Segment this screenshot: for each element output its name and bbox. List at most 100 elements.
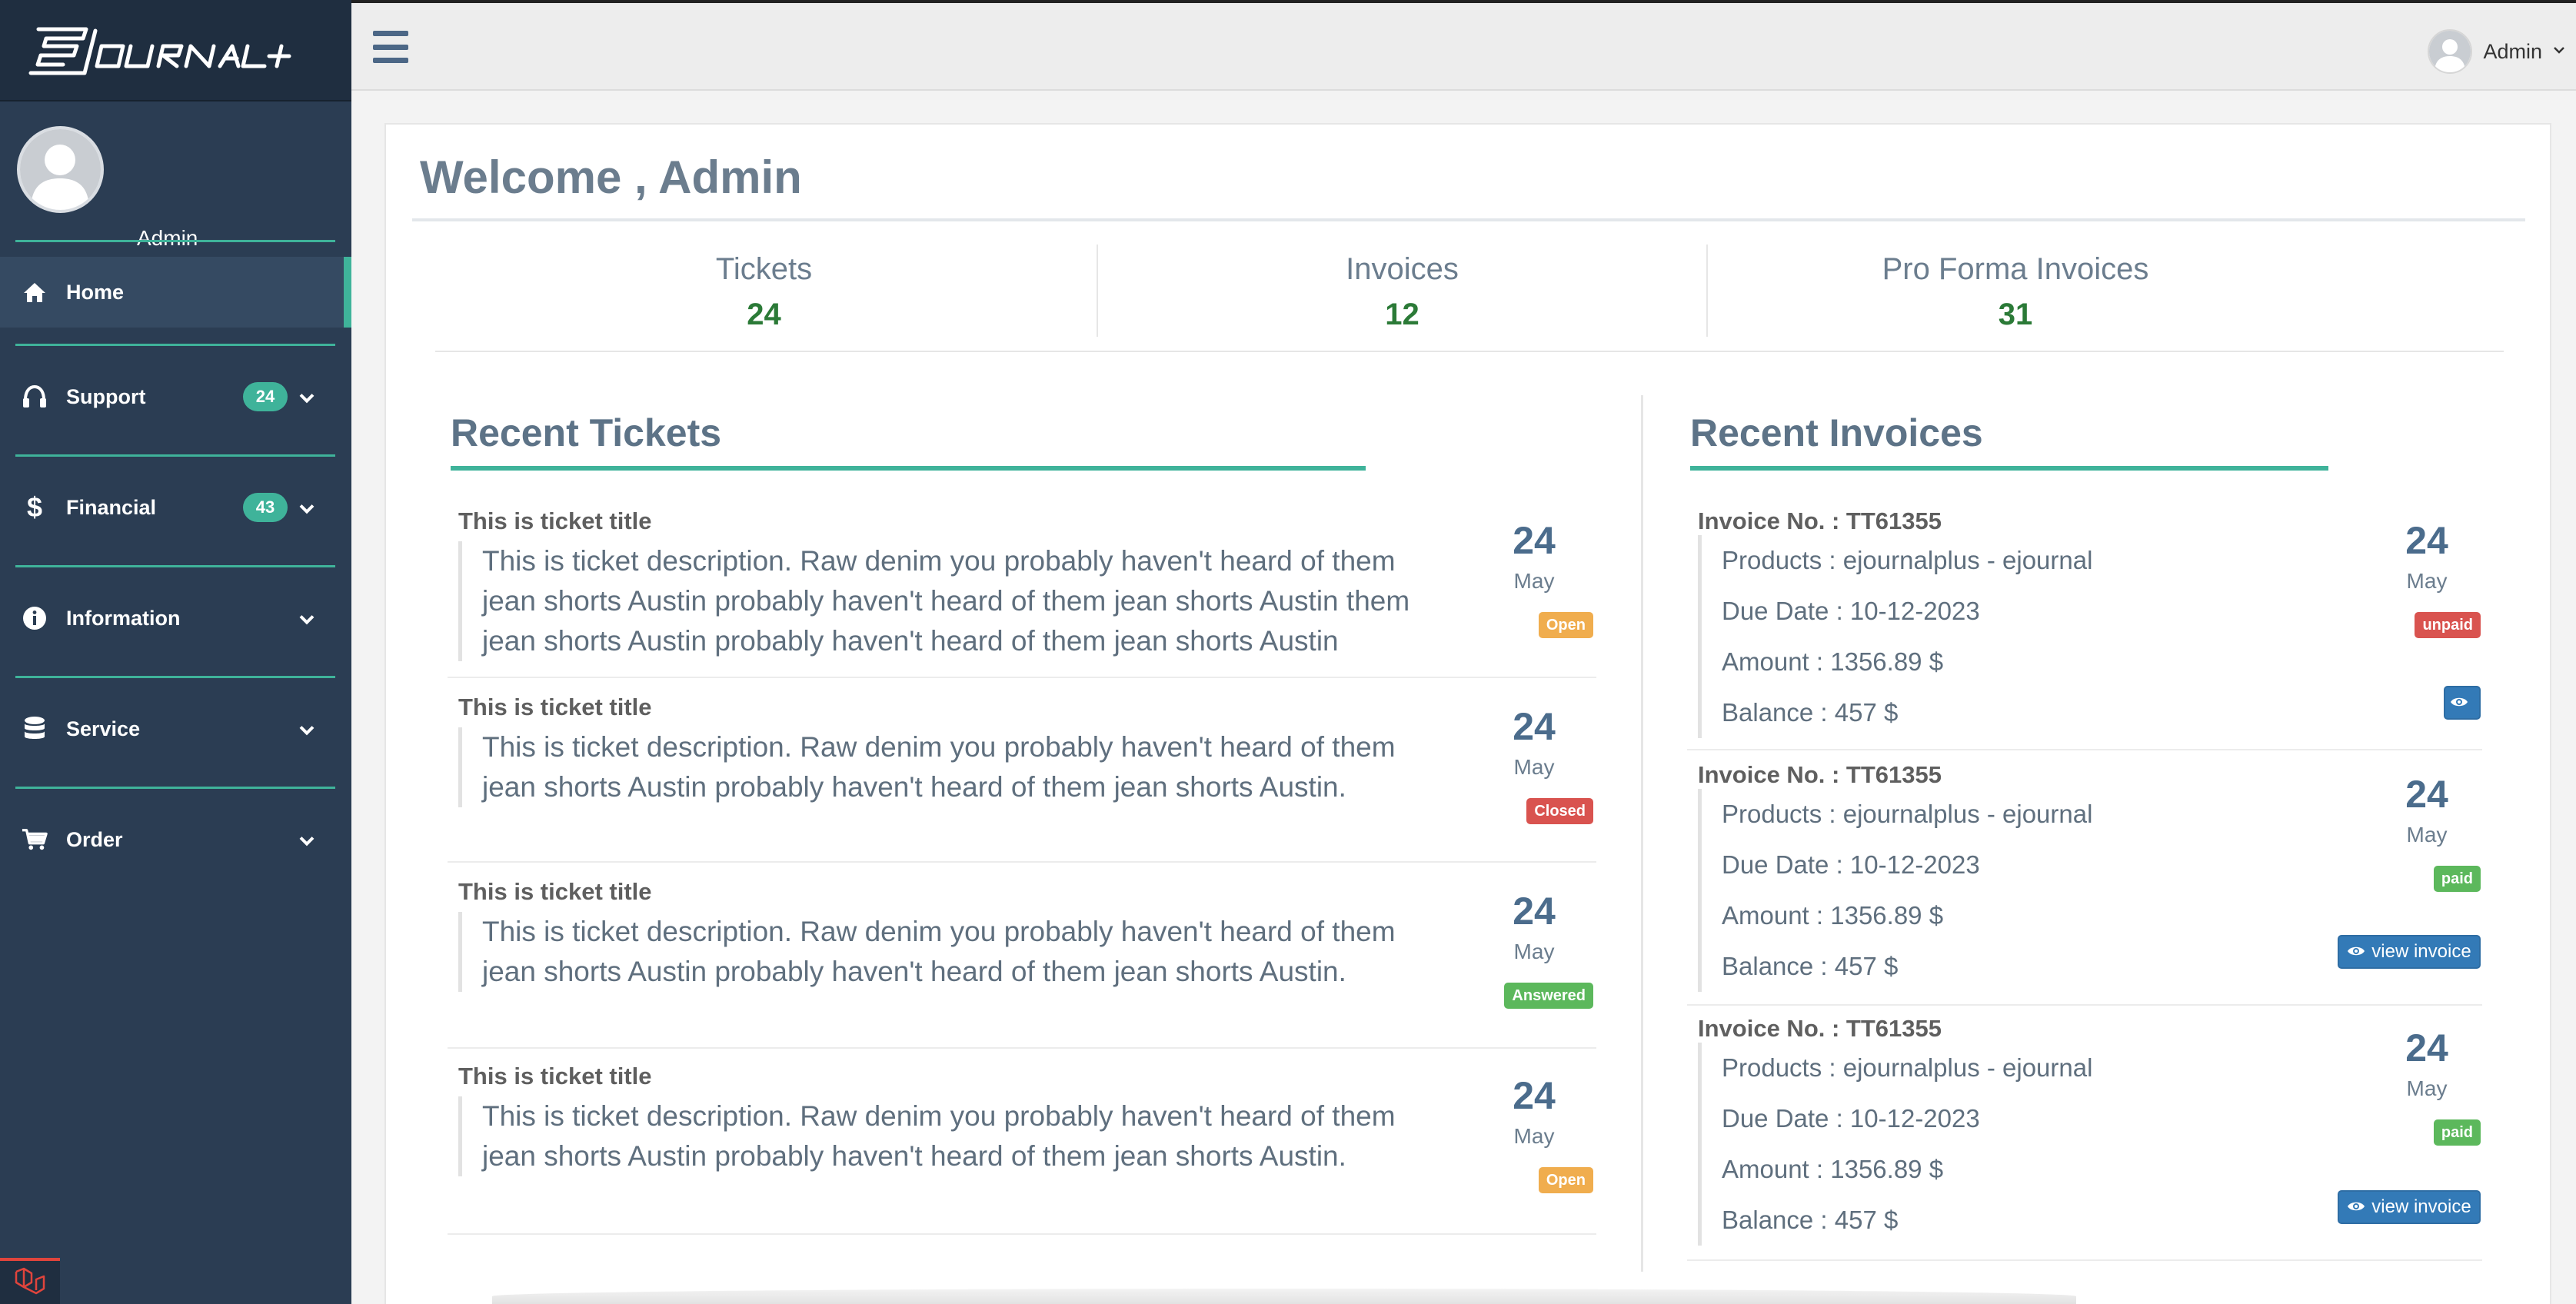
top-navbar: Admin [351, 0, 2576, 91]
dashboard-panel: Welcome , Admin Tickets 24 Invoices 12 P… [384, 123, 2551, 1304]
ticket-title[interactable]: This is ticket title [458, 507, 652, 535]
sidebar-item-home[interactable]: Home [0, 257, 351, 328]
sidebar-item-label: Service [66, 717, 141, 740]
status-badge: Open [1538, 1167, 1593, 1193]
invoice-month: May [2406, 569, 2448, 593]
sidebar: Admin Home Support 24 $ Financial 43 Inf… [0, 0, 351, 1304]
divider [15, 344, 335, 346]
chevron-down-icon[interactable] [298, 717, 315, 741]
page-title: Welcome , Admin [420, 151, 802, 203]
sidebar-item-financial[interactable]: $ Financial 43 [0, 472, 351, 543]
sidebar-item-information[interactable]: Information [0, 583, 351, 654]
sidebar-item-label: Information [66, 606, 181, 630]
status-badge: paid [2433, 866, 2481, 892]
home-icon [22, 279, 48, 305]
ticket-title[interactable]: This is ticket title [458, 694, 652, 721]
stat-invoices[interactable]: Invoices 12 [1100, 244, 1704, 337]
ticket-title[interactable]: This is ticket title [458, 878, 652, 906]
chevron-down-icon[interactable] [298, 385, 315, 409]
ticket-item[interactable]: This is ticket title This is ticket desc… [448, 1050, 1596, 1235]
user-name: Admin [2483, 39, 2542, 63]
invoice-day: 24 [2405, 519, 2448, 562]
stat-label: Pro Forma Invoices [1882, 252, 2149, 286]
brand-logo[interactable] [0, 0, 351, 101]
chevron-down-icon[interactable] [298, 607, 315, 630]
avatar[interactable] [17, 126, 104, 213]
status-badge: Open [1538, 612, 1593, 638]
invoice-amount: Amount : 1356.89 $ [1722, 901, 1944, 930]
invoice-item[interactable]: Invoice No. : TT61355 Products : ejourna… [1687, 500, 2482, 750]
invoice-number[interactable]: Invoice No. : TT61355 [1698, 507, 1942, 535]
recent-invoices-title: Recent Invoices [1690, 411, 1983, 454]
invoice-item[interactable]: Invoice No. : TT61355 Products : ejourna… [1687, 752, 2482, 1006]
sidebar-item-service[interactable]: Service [0, 694, 351, 764]
scroll-shadow [492, 1289, 2076, 1304]
sidebar-item-support[interactable]: Support 24 [0, 361, 351, 432]
chevron-down-icon[interactable] [298, 828, 315, 852]
divider [1097, 244, 1098, 337]
invoice-balance: Balance : 457 $ [1722, 1206, 1899, 1234]
menu-toggle-icon[interactable] [373, 31, 408, 63]
ticket-month: May [1513, 1124, 1555, 1148]
invoice-details: Products : ejournalplus - ejournal Due D… [1698, 535, 2298, 738]
invoice-products: Products : ejournalplus - ejournal [1722, 800, 2093, 828]
invoice-number[interactable]: Invoice No. : TT61355 [1698, 1015, 1942, 1043]
ticket-item[interactable]: This is ticket title This is ticket desc… [448, 680, 1596, 863]
stat-label: Invoices [1346, 252, 1459, 286]
invoice-amount: Amount : 1356.89 $ [1722, 647, 1944, 676]
divider [15, 454, 335, 457]
user-menu[interactable]: Admin [2428, 29, 2565, 74]
status-badge: Closed [1526, 798, 1593, 824]
divider [15, 240, 335, 242]
divider [1706, 244, 1708, 337]
chevron-down-icon[interactable] [2553, 45, 2565, 58]
invoice-due-date: Due Date : 10-12-2023 [1722, 850, 1980, 879]
invoice-details: Products : ejournalplus - ejournal Due D… [1698, 1043, 2298, 1246]
info-icon [22, 605, 48, 631]
laravel-icon[interactable] [0, 1258, 60, 1304]
divider [15, 565, 335, 567]
invoice-products: Products : ejournalplus - ejournal [1722, 546, 2093, 574]
recent-tickets-title: Recent Tickets [451, 411, 722, 454]
stat-label: Tickets [715, 252, 813, 286]
invoice-balance: Balance : 457 $ [1722, 698, 1899, 727]
ticket-day: 24 [1513, 705, 1556, 748]
eye-icon [2347, 1196, 2365, 1218]
chevron-down-icon[interactable] [298, 496, 315, 520]
divider [15, 787, 335, 789]
ticket-description: This is ticket description. Raw denim yo… [458, 1096, 1450, 1176]
avatar[interactable] [2428, 29, 2473, 74]
stat-value: 31 [1998, 298, 2033, 331]
stat-value: 12 [1385, 298, 1419, 331]
invoice-day: 24 [2405, 1026, 2448, 1069]
sidebar-item-label: Order [66, 827, 123, 851]
view-invoice-button[interactable] [2444, 686, 2481, 720]
ticket-item[interactable]: This is ticket title This is ticket desc… [448, 500, 1596, 678]
ticket-day: 24 [1513, 519, 1556, 562]
divider [15, 676, 335, 678]
view-invoice-label: view invoice [2371, 941, 2471, 962]
sidebar-item-label: Support [66, 384, 146, 408]
status-badge: unpaid [2415, 612, 2481, 638]
sidebar-item-order[interactable]: Order [0, 804, 351, 875]
ticket-description: This is ticket description. Raw denim yo… [458, 727, 1450, 807]
view-invoice-button[interactable]: view invoice [2338, 1190, 2481, 1224]
ticket-title[interactable]: This is ticket title [458, 1063, 652, 1090]
ticket-month: May [1513, 940, 1555, 963]
divider [412, 218, 2525, 221]
ticket-item[interactable]: This is ticket title This is ticket desc… [448, 864, 1596, 1049]
invoice-balance: Balance : 457 $ [1722, 952, 1899, 980]
status-badge: paid [2433, 1119, 2481, 1146]
column-divider [1641, 395, 1643, 1272]
sidebar-item-label: Home [66, 280, 125, 304]
invoice-month: May [2406, 823, 2448, 847]
stat-tickets[interactable]: Tickets 24 [435, 244, 1093, 337]
stat-proforma-invoices[interactable]: Pro Forma Invoices 31 [1712, 244, 2319, 337]
ticket-month: May [1513, 569, 1555, 593]
invoice-item[interactable]: Invoice No. : TT61355 Products : ejourna… [1687, 1006, 2482, 1261]
view-invoice-button[interactable]: view invoice [2338, 935, 2481, 969]
invoice-number[interactable]: Invoice No. : TT61355 [1698, 761, 1942, 789]
invoice-amount: Amount : 1356.89 $ [1722, 1155, 1944, 1183]
ticket-description: This is ticket description. Raw denim yo… [458, 541, 1450, 661]
headphones-icon [22, 384, 48, 410]
